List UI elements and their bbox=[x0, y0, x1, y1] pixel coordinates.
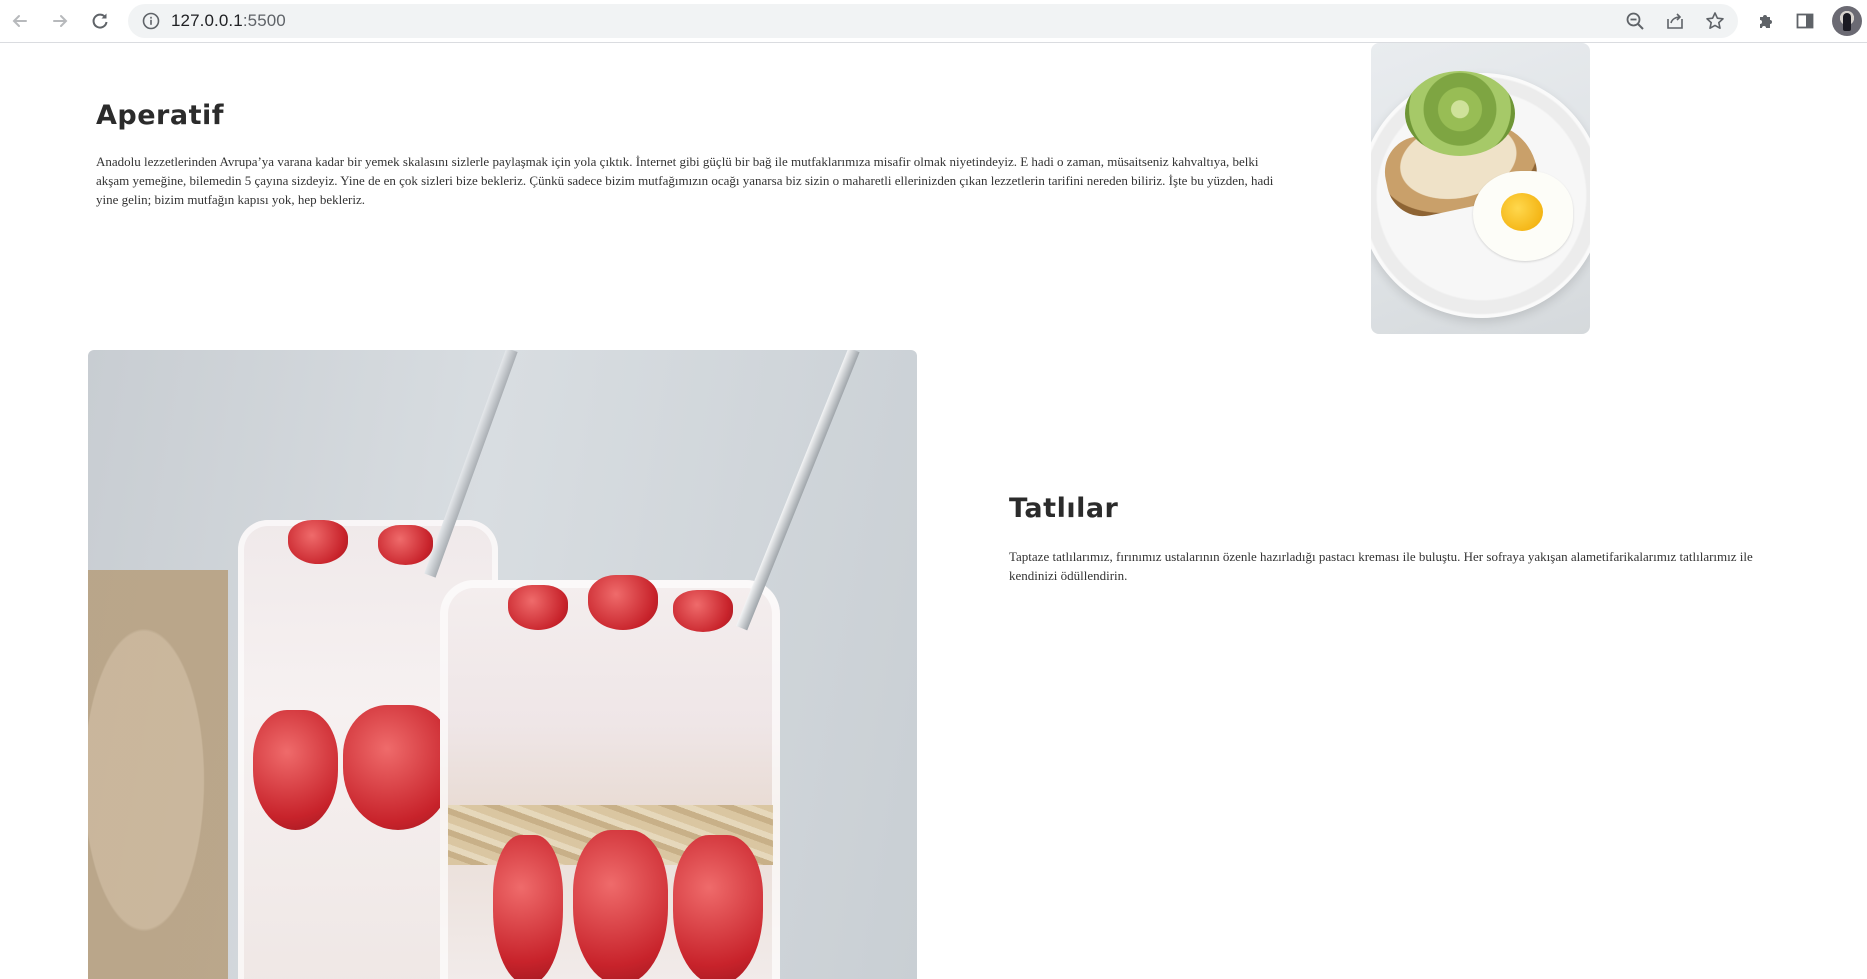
tatlilar-image bbox=[88, 350, 917, 979]
url-text[interactable]: 127.0.0.1:5500 bbox=[171, 11, 286, 31]
aperatif-text: Anadolu lezzetlerinden Avrupa’ya varana … bbox=[96, 154, 1274, 207]
strawberry-graphic bbox=[508, 585, 568, 630]
address-bar[interactable]: 127.0.0.1:5500 bbox=[128, 4, 1738, 38]
profile-avatar[interactable] bbox=[1832, 6, 1862, 36]
back-button[interactable] bbox=[6, 7, 34, 35]
url-port: :5500 bbox=[242, 11, 286, 30]
forward-button[interactable] bbox=[46, 7, 74, 35]
oats-background-graphic bbox=[88, 570, 228, 979]
aperatif-title: Aperatif bbox=[96, 100, 224, 131]
egg-yolk-graphic bbox=[1501, 193, 1543, 231]
arrow-left-icon bbox=[12, 15, 27, 27]
tatlilar-title: Tatlılar bbox=[1009, 493, 1119, 524]
avocado-rose-graphic bbox=[1405, 71, 1515, 156]
zoom-icon[interactable] bbox=[1624, 10, 1646, 32]
arrow-right-icon bbox=[53, 15, 68, 27]
strawberry-slice-graphic bbox=[573, 830, 668, 979]
reload-icon bbox=[92, 13, 108, 29]
url-host: 127.0.0.1 bbox=[171, 11, 243, 30]
browser-toolbar: 127.0.0.1:5500 bbox=[0, 0, 1867, 43]
strawberry-graphic bbox=[288, 520, 348, 564]
tatlilar-text: Taptaze tatlılarımız, fırınımız ustaları… bbox=[1009, 549, 1753, 583]
strawberry-slice-graphic bbox=[673, 835, 763, 979]
front-spoon-graphic bbox=[736, 350, 860, 631]
extensions-icon[interactable] bbox=[1754, 9, 1778, 33]
share-icon[interactable] bbox=[1664, 10, 1686, 32]
strawberry-slice-graphic bbox=[493, 835, 563, 979]
person-icon bbox=[1843, 13, 1851, 31]
reload-button[interactable] bbox=[86, 7, 114, 35]
site-info-icon[interactable] bbox=[142, 12, 160, 30]
aperatif-image bbox=[1371, 43, 1590, 334]
strawberry-graphic bbox=[588, 575, 658, 630]
strawberry-graphic bbox=[673, 590, 733, 632]
strawberry-graphic bbox=[378, 525, 433, 565]
strawberry-slice-graphic bbox=[253, 710, 338, 830]
strawberry-slice-graphic bbox=[343, 705, 453, 830]
star-icon[interactable] bbox=[1704, 10, 1726, 32]
side-panel-icon[interactable] bbox=[1793, 9, 1817, 33]
